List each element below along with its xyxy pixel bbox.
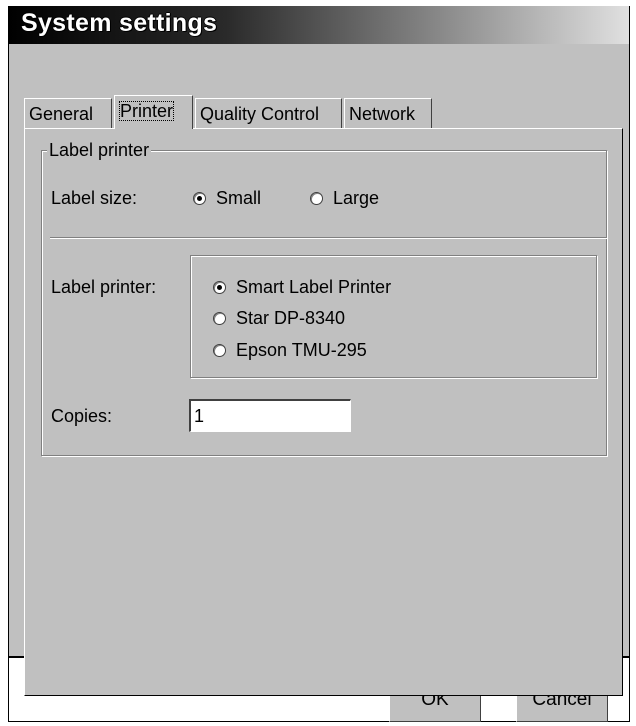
- printer-star-text: Star DP-8340: [236, 308, 346, 328]
- radio-unchecked-icon: [213, 311, 226, 325]
- label-printer-group-title: Label printer: [47, 139, 152, 161]
- printer-tab-panel: Label printer Label size: Small Large La…: [24, 128, 623, 696]
- label-size-large-radio[interactable]: Large: [310, 187, 379, 209]
- window-title: System settings: [21, 9, 218, 37]
- label-size-small-text: Small: [216, 188, 262, 208]
- settings-window: System settings General Printer Quality …: [8, 6, 630, 722]
- printer-smart-label-radio[interactable]: Smart Label Printer: [213, 276, 391, 298]
- printer-star-radio[interactable]: Star DP-8340: [213, 307, 345, 329]
- radio-checked-icon: [193, 191, 206, 205]
- radio-unchecked-icon: [213, 343, 226, 357]
- label-size-small-radio[interactable]: Small: [193, 187, 261, 209]
- tab-network-label: Network: [349, 104, 416, 124]
- tab-quality-control-label: Quality Control: [200, 104, 320, 124]
- dialog-body: General Printer Quality Control Network …: [9, 44, 629, 696]
- tab-printer-label: Printer: [119, 101, 175, 121]
- tab-general-label: General: [29, 104, 94, 124]
- printer-epson-radio[interactable]: Epson TMU-295: [213, 339, 367, 361]
- radio-checked-icon: [213, 280, 226, 294]
- copies-label: Copies:: [51, 406, 113, 426]
- printer-smart-label-text: Smart Label Printer: [236, 277, 392, 297]
- radio-unchecked-icon: [310, 191, 323, 205]
- tab-network[interactable]: Network: [344, 98, 432, 128]
- title-bar: System settings: [9, 6, 629, 44]
- label-size-large-text: Large: [333, 188, 380, 208]
- tab-printer[interactable]: Printer: [114, 95, 193, 129]
- label-size-label: Label size:: [51, 188, 138, 208]
- label-printer-label: Label printer:: [51, 277, 157, 297]
- printer-epson-text: Epson TMU-295: [236, 340, 367, 360]
- tab-quality-control[interactable]: Quality Control: [195, 98, 342, 128]
- tab-general[interactable]: General: [24, 98, 112, 128]
- group-separator: [50, 237, 607, 239]
- copies-input[interactable]: [189, 399, 351, 432]
